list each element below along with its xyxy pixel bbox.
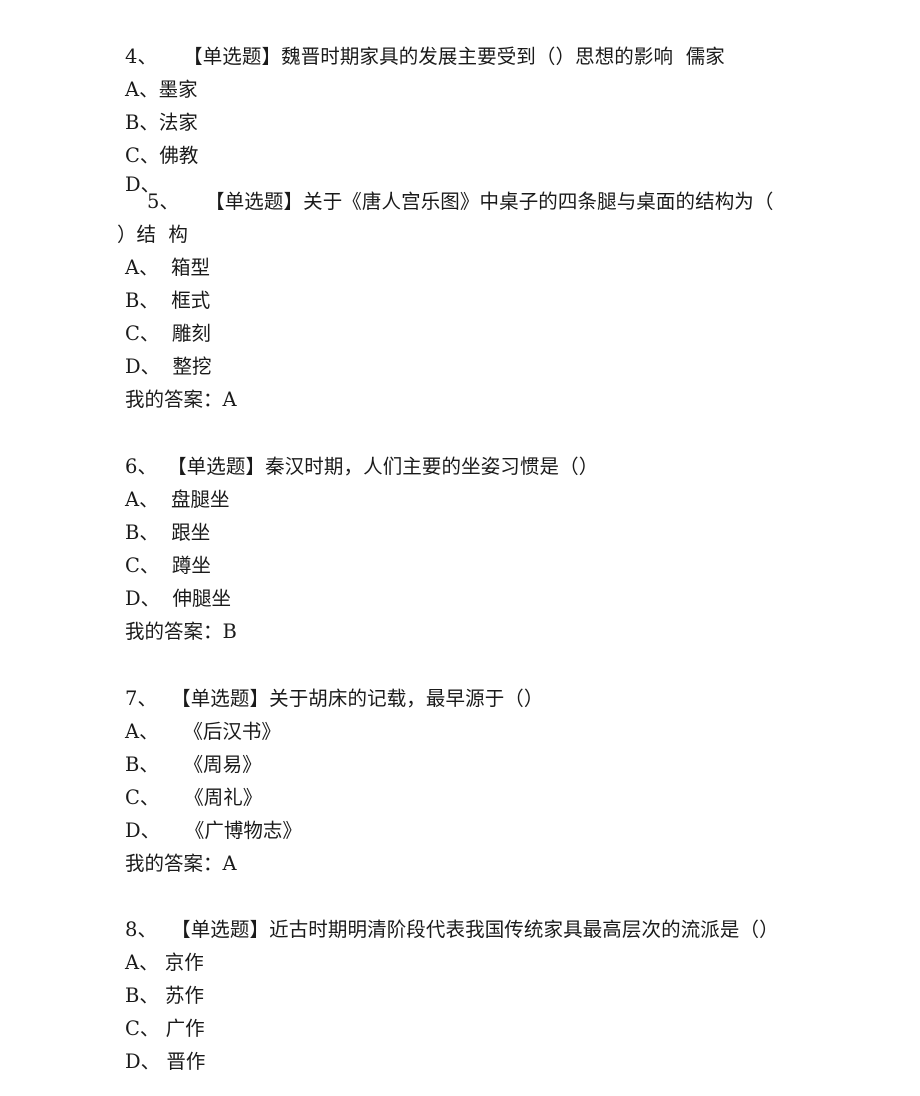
option-8-c[interactable]: C、 广作 <box>125 1012 825 1045</box>
option-text: 《广博物志》 <box>160 819 302 842</box>
question-block-4: 4、 【单选题】魏晋时期家具的发展主要受到（）思想的影响 儒家 A、墨家 B、法家… <box>125 40 825 172</box>
my-answer-5: 我的答案：A <box>125 388 237 411</box>
option-text: 佛教 <box>159 144 199 167</box>
option-text: 蹲坐 <box>159 554 211 577</box>
question-block-8: 8、 【单选题】近古时期明清阶段代表我国传统家具最高层次的流派是（） A、 京作 … <box>125 913 825 1078</box>
option-text: 晋作 <box>160 1050 206 1073</box>
option-letter: D、 <box>125 355 161 378</box>
option-letter: A、 <box>125 488 159 511</box>
question-number-6: 6、 <box>125 455 158 478</box>
question-prompt-8: 8、 【单选题】近古时期明清阶段代表我国传统家具最高层次的流派是（） <box>125 913 825 946</box>
question-number-4: 4、 <box>125 45 158 68</box>
question-prompt-6: 6、 【单选题】秦汉时期，人们主要的坐姿习惯是（） <box>125 450 825 483</box>
option-text: 京作 <box>158 951 204 974</box>
option-8-a[interactable]: A、 京作 <box>125 946 825 979</box>
option-5-c[interactable]: C、 雕刻 <box>125 317 825 350</box>
option-letter: B、 <box>125 289 159 312</box>
option-text: 广作 <box>159 1017 205 1040</box>
option-letter: D、 <box>125 1050 161 1073</box>
option-8-b[interactable]: B、 苏作 <box>125 979 825 1012</box>
document-page: 4、 【单选题】魏晋时期家具的发展主要受到（）思想的影响 儒家 A、墨家 B、法家… <box>0 0 920 1096</box>
option-text: 盘腿坐 <box>158 488 230 511</box>
option-letter: D、 <box>125 819 161 842</box>
option-7-a[interactable]: A、 《后汉书》 <box>125 715 825 748</box>
option-7-c[interactable]: C、 《周礼》 <box>125 781 825 814</box>
option-letter: B、 <box>125 984 159 1007</box>
option-letter: C、 <box>125 322 160 345</box>
option-text: 跟坐 <box>158 521 211 544</box>
my-answer-7: 我的答案：A <box>125 852 237 875</box>
question-text-7: 【单选题】关于胡床的记载，最早源于（） <box>171 687 544 710</box>
option-letter: B、 <box>125 111 159 134</box>
option-letter: C、 <box>125 554 160 577</box>
option-text: 框式 <box>158 289 211 312</box>
question-block-6: 6、 【单选题】秦汉时期，人们主要的坐姿习惯是（） A、 盘腿坐 B、 跟坐 C、… <box>125 450 825 648</box>
question-prompt-7: 7、 【单选题】关于胡床的记载，最早源于（） <box>125 682 825 715</box>
option-letter: D、 <box>125 587 161 610</box>
option-7-b[interactable]: B、 《周易》 <box>125 748 825 781</box>
option-6-d[interactable]: D、 伸腿坐 <box>125 582 825 615</box>
option-6-c[interactable]: C、 蹲坐 <box>125 549 825 582</box>
question-number-8: 8、 <box>125 918 158 941</box>
option-7-d[interactable]: D、 《广博物志》 <box>125 814 825 847</box>
option-text: 法家 <box>158 111 198 134</box>
option-8-d[interactable]: D、 晋作 <box>125 1045 825 1078</box>
option-letter: A、 <box>125 951 159 974</box>
option-5-a[interactable]: A、 箱型 <box>125 251 825 284</box>
question-text-8: 【单选题】近古时期明清阶段代表我国传统家具最高层次的流派是（） <box>171 918 779 941</box>
option-text: 整挖 <box>160 355 212 378</box>
option-letter: B、 <box>125 521 159 544</box>
option-letter: A、 <box>125 720 159 743</box>
option-text: 箱型 <box>158 256 210 279</box>
option-6-a[interactable]: A、 盘腿坐 <box>125 483 825 516</box>
question-block-5: 5、 【单选题】关于《唐人宫乐图》中桌子的四条腿与桌面的结构为（ ）结 构 A、 … <box>117 185 825 416</box>
option-5-b[interactable]: B、 框式 <box>125 284 825 317</box>
option-4-c[interactable]: C、佛教 <box>125 139 825 172</box>
option-text: 《周礼》 <box>159 786 263 809</box>
option-text: 《后汉书》 <box>158 720 281 743</box>
question-number-5: 5、 <box>147 190 180 213</box>
option-letter: A、 <box>125 78 159 101</box>
option-text: 苏作 <box>158 984 205 1007</box>
option-letter: C、 <box>125 786 160 809</box>
option-5-d[interactable]: D、 整挖 <box>125 350 825 383</box>
my-answer-6: 我的答案：B <box>125 620 237 643</box>
option-text: 雕刻 <box>159 322 211 345</box>
question-prompt-5: 5、 【单选题】关于《唐人宫乐图》中桌子的四条腿与桌面的结构为（ <box>147 185 825 218</box>
question-block-7: 7、 【单选题】关于胡床的记载，最早源于（） A、 《后汉书》 B、 《周易》 C… <box>125 682 825 880</box>
option-letter: C、 <box>125 144 160 167</box>
question-text-5: 【单选题】关于《唐人宫乐图》中桌子的四条腿与桌面的结构为（ <box>205 190 774 213</box>
question-prompt-4: 4、 【单选题】魏晋时期家具的发展主要受到（）思想的影响 儒家 <box>125 40 825 73</box>
question-number-7: 7、 <box>125 687 158 710</box>
option-4-a[interactable]: A、墨家 <box>125 73 825 106</box>
option-text: 《周易》 <box>158 753 262 776</box>
option-text: 墨家 <box>158 78 198 101</box>
option-4-b[interactable]: B、法家 <box>125 106 825 139</box>
question-text-4: 【单选题】魏晋时期家具的发展主要受到（）思想的影响 儒家 <box>183 45 725 68</box>
option-6-b[interactable]: B、 跟坐 <box>125 516 825 549</box>
option-text: 伸腿坐 <box>160 587 232 610</box>
option-letter: C、 <box>125 1017 160 1040</box>
question-text-6: 【单选题】秦汉时期，人们主要的坐姿习惯是（） <box>167 455 599 478</box>
option-letter: B、 <box>125 753 159 776</box>
option-letter: A、 <box>125 256 159 279</box>
question-prompt-5-continued: ）结 构 <box>117 223 188 246</box>
